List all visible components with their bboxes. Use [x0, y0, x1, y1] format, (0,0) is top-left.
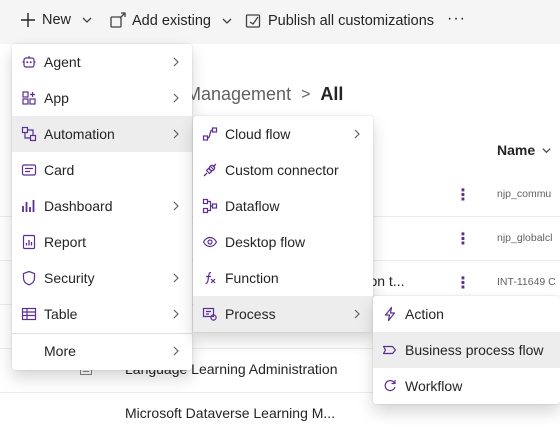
menu-item-label: App [44, 90, 69, 106]
new-button[interactable]: New [20, 12, 93, 28]
chevron-right-icon [354, 309, 360, 319]
menu-item-automation[interactable]: Automation [12, 116, 192, 152]
action-icon [381, 305, 399, 323]
connector-icon [201, 161, 219, 179]
command-bar: New Add existing Publish all customizati… [0, 0, 560, 44]
row-code: INT-11649 C [497, 276, 556, 288]
menu-item-action[interactable]: Action [373, 296, 560, 332]
menu-item-label: Custom connector [225, 162, 339, 178]
function-icon [201, 269, 219, 287]
menu-item-card[interactable]: Card [12, 152, 192, 188]
menu-item-report[interactable]: Report [12, 224, 192, 260]
chevron-right-icon [354, 129, 360, 139]
breadcrumb: Management > All [186, 84, 343, 105]
automation-icon [20, 125, 38, 143]
menu-item-label: Automation [44, 126, 115, 142]
process-submenu: Action Business process flow Workflow [373, 296, 560, 404]
menu-item-cloud-flow[interactable]: Cloud flow [193, 116, 373, 152]
new-button-label: New [42, 12, 72, 28]
chevron-down-icon [82, 17, 92, 23]
agent-icon [20, 53, 38, 71]
chevron-right-icon [173, 129, 179, 139]
menu-item-security[interactable]: Security [12, 260, 192, 296]
row-more-icon[interactable]: ⋮ [455, 273, 471, 293]
breadcrumb-separator: > [301, 85, 311, 103]
publish-all-button[interactable]: Publish all customizations [245, 12, 434, 29]
row-more-icon[interactable]: ⋮ [455, 229, 471, 249]
menu-item-label: Card [44, 162, 75, 178]
chevron-down-icon [542, 147, 551, 153]
add-existing-icon [110, 12, 126, 28]
menu-item-business-process-flow[interactable]: Business process flow [373, 332, 560, 368]
menu-item-more[interactable]: More [12, 333, 192, 369]
menu-item-label: Dataflow [225, 198, 280, 214]
menu-item-function[interactable]: Function [193, 260, 373, 296]
desktop-flow-icon [201, 233, 219, 251]
menu-item-label: Function [225, 270, 279, 286]
publish-icon [245, 14, 261, 28]
menu-item-process[interactable]: Process [193, 296, 373, 332]
automation-submenu: Cloud flow Custom connector Dataflow Des… [193, 116, 373, 332]
plus-icon [21, 13, 35, 27]
cloud-flow-icon [201, 125, 219, 143]
menu-item-label: Cloud flow [225, 126, 291, 142]
menu-item-label: Action [405, 306, 444, 322]
shield-icon [20, 269, 38, 287]
menu-item-agent[interactable]: Agent [12, 44, 192, 80]
row-more-icon[interactable]: ⋮ [455, 185, 471, 205]
menu-item-label: Business process flow [405, 342, 544, 358]
menu-item-label: More [44, 343, 76, 359]
menu-item-custom-connector[interactable]: Custom connector [193, 152, 373, 188]
column-header-label: Name [497, 142, 536, 158]
breadcrumb-parent[interactable]: Management [186, 84, 291, 105]
process-icon [201, 305, 219, 323]
menu-item-label: Security [44, 270, 95, 286]
menu-item-label: Table [44, 306, 78, 322]
menu-item-desktop-flow[interactable]: Desktop flow [193, 224, 373, 260]
menu-item-label: Agent [44, 54, 81, 70]
row-code: njp_commu [497, 188, 552, 200]
menu-item-label: Desktop flow [225, 234, 306, 250]
menu-item-app[interactable]: App [12, 80, 192, 116]
menu-item-dataflow[interactable]: Dataflow [193, 188, 373, 224]
chevron-down-icon [222, 18, 232, 24]
menu-item-dashboard[interactable]: Dashboard [12, 188, 192, 224]
menu-item-label: Report [44, 234, 87, 250]
chevron-right-icon [173, 201, 179, 211]
more-commands-button[interactable]: ··· [447, 10, 466, 28]
report-icon [20, 233, 38, 251]
business-process-flow-icon [381, 341, 399, 359]
dashboard-icon [20, 197, 38, 215]
chevron-right-icon [173, 93, 179, 103]
table-icon [20, 305, 38, 323]
menu-item-label: Workflow [405, 378, 463, 394]
chevron-right-icon [173, 57, 179, 67]
add-existing-label: Add existing [132, 12, 211, 29]
card-icon [20, 161, 38, 179]
chevron-right-icon [173, 346, 179, 356]
chevron-right-icon [173, 273, 179, 283]
menu-item-label: Process [225, 306, 276, 322]
dataflow-icon [201, 197, 219, 215]
more-icon: ··· [447, 10, 466, 27]
app-icon [20, 89, 38, 107]
add-existing-button[interactable]: Add existing [109, 12, 233, 29]
row-name[interactable]: Microsoft Dataverse Learning M... [125, 405, 335, 421]
publish-label: Publish all customizations [268, 12, 435, 29]
menu-item-workflow[interactable]: Workflow [373, 368, 560, 404]
new-menu: Agent App Automation Card Dashboard Repo… [12, 44, 192, 370]
breadcrumb-current: All [320, 84, 344, 104]
column-header-name[interactable]: Name [497, 142, 552, 158]
chevron-right-icon [173, 309, 179, 319]
workflow-icon [381, 377, 399, 395]
menu-item-table[interactable]: Table [12, 296, 192, 332]
row-code: njp_globalcl [497, 232, 553, 244]
menu-item-label: Dashboard [44, 198, 113, 214]
